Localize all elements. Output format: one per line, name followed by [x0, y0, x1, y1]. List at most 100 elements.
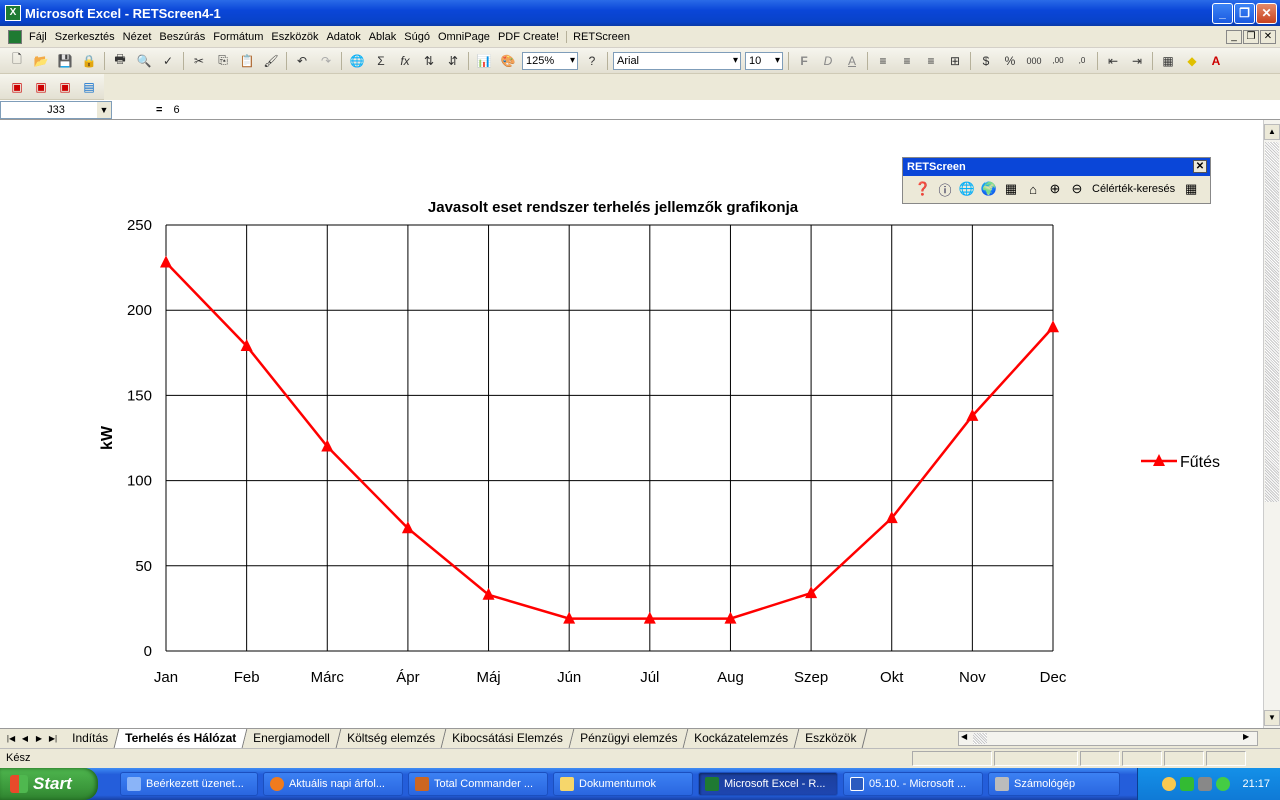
undo-icon[interactable]: ↶: [291, 51, 313, 71]
fill-color-icon[interactable]: ◆: [1181, 51, 1203, 71]
world-icon[interactable]: 🌍: [979, 180, 999, 198]
drawing-icon[interactable]: 🎨: [497, 51, 519, 71]
maximize-button[interactable]: ❐: [1234, 3, 1255, 24]
task-documents[interactable]: Dokumentumok: [553, 772, 693, 796]
menu-insert[interactable]: Beszúrás: [155, 31, 209, 43]
tab-koltseg-elemzes[interactable]: Költség elemzés: [336, 729, 447, 748]
task-outlook[interactable]: Beérkezett üzenet...: [120, 772, 258, 796]
task-calculator[interactable]: Számológép: [988, 772, 1120, 796]
sort-descending-icon[interactable]: ⇵: [442, 51, 464, 71]
tray-icon[interactable]: [1216, 777, 1231, 791]
prev-sheet-icon[interactable]: ◀: [18, 732, 32, 746]
menu-edit[interactable]: Szerkesztés: [51, 31, 119, 43]
tray-icon[interactable]: [1198, 777, 1213, 791]
task-word[interactable]: 05.10. - Microsoft ...: [843, 772, 983, 796]
tab-energiamodell[interactable]: Energiamodell: [242, 729, 342, 748]
next-sheet-icon[interactable]: ▶: [32, 732, 46, 746]
chevron-down-icon[interactable]: ▼: [97, 101, 111, 118]
redo-icon[interactable]: ↷: [315, 51, 337, 71]
function-icon[interactable]: fx: [394, 51, 416, 71]
tab-penzugyi-elemzes[interactable]: Pénzügyi elemzés: [569, 729, 689, 748]
tab-kibocsatasi-elemzes[interactable]: Kibocsátási Elemzés: [441, 729, 575, 748]
pdf-icon[interactable]: ▣: [6, 77, 28, 97]
menu-help[interactable]: Súgó: [400, 31, 434, 43]
first-sheet-icon[interactable]: |◀: [4, 732, 18, 746]
increase-decimal-icon[interactable]: ,00: [1047, 51, 1069, 71]
menu-data[interactable]: Adatok: [322, 31, 364, 43]
align-right-icon[interactable]: ≡: [920, 51, 942, 71]
decrease-decimal-icon[interactable]: ,0: [1071, 51, 1093, 71]
scroll-down-button[interactable]: ▼: [1264, 710, 1280, 726]
align-left-icon[interactable]: ≡: [872, 51, 894, 71]
menu-format[interactable]: Formátum: [209, 31, 267, 43]
menu-pdfcreate[interactable]: PDF Create!: [494, 31, 563, 43]
pdf-mail-icon[interactable]: ▣: [30, 77, 52, 97]
menu-tools[interactable]: Eszközök: [267, 31, 322, 43]
align-center-icon[interactable]: ≡: [896, 51, 918, 71]
scroll-track[interactable]: [1265, 142, 1279, 502]
scroll-left-icon[interactable]: ◀: [961, 732, 967, 741]
doc-close-button[interactable]: ✕: [1260, 30, 1276, 44]
zoom-in-icon[interactable]: ⊕: [1045, 180, 1065, 198]
print-preview-icon[interactable]: 🔍: [133, 51, 155, 71]
menu-window[interactable]: Ablak: [365, 31, 401, 43]
spelling-icon[interactable]: ✓: [157, 51, 179, 71]
bold-icon[interactable]: F: [793, 51, 815, 71]
scroll-right-icon[interactable]: ▶: [1243, 732, 1249, 741]
hyperlink-icon[interactable]: 🌐: [346, 51, 368, 71]
save-icon[interactable]: 💾: [54, 51, 76, 71]
load-chart[interactable]: Javasolt eset rendszer terhelés jellemző…: [0, 120, 1263, 728]
paste-icon[interactable]: 📋: [236, 51, 258, 71]
retscreen-toolbar-header[interactable]: RETScreen ✕: [903, 158, 1210, 176]
home-icon[interactable]: ⌂: [1023, 180, 1043, 198]
tab-eszkozok[interactable]: Eszközök: [794, 729, 868, 748]
tab-kockazatelemzes[interactable]: Kockázatelemzés: [683, 729, 800, 748]
formula-value[interactable]: 6: [173, 104, 179, 116]
menu-omnipage[interactable]: OmniPage: [434, 31, 494, 43]
font-select[interactable]: Arial: [613, 51, 741, 70]
doc-restore-button[interactable]: ❐: [1243, 30, 1259, 44]
task-firefox[interactable]: Aktuális napi árfol...: [263, 772, 403, 796]
thousands-icon[interactable]: 000: [1023, 51, 1045, 71]
globe-icon[interactable]: 🌐: [957, 180, 977, 198]
autosum-icon[interactable]: Σ: [370, 51, 392, 71]
currency-icon[interactable]: $: [975, 51, 997, 71]
tab-inditas[interactable]: Indítás: [61, 729, 120, 748]
task-total-commander[interactable]: Total Commander ...: [408, 772, 548, 796]
pdf-settings-icon[interactable]: ▤: [78, 77, 100, 97]
scroll-thumb[interactable]: [973, 733, 987, 744]
underline-icon[interactable]: A: [841, 51, 863, 71]
permission-icon[interactable]: 🔒: [78, 51, 100, 71]
minimize-button[interactable]: _: [1212, 3, 1233, 24]
pdf-review-icon[interactable]: ▣: [54, 77, 76, 97]
chart-sheet[interactable]: Javasolt eset rendszer terhelés jellemző…: [0, 120, 1263, 728]
format-painter-icon[interactable]: 🖌: [260, 51, 282, 71]
task-excel[interactable]: Microsoft Excel - R...: [698, 772, 838, 796]
help-question-icon[interactable]: ❓: [913, 180, 933, 198]
name-box[interactable]: J33 ▼: [0, 100, 112, 119]
workbook-icon[interactable]: [8, 29, 22, 44]
tray-icon[interactable]: [1162, 777, 1177, 791]
tab-terheles-es-halozat[interactable]: Terhelés és Hálózat: [114, 729, 248, 748]
vertical-scrollbar[interactable]: ▲ ▼: [1263, 120, 1280, 728]
percent-icon[interactable]: %: [999, 51, 1021, 71]
decrease-indent-icon[interactable]: ⇤: [1102, 51, 1124, 71]
chart-wizard-icon[interactable]: 📊: [473, 51, 495, 71]
database-icon[interactable]: ▦: [1001, 180, 1021, 198]
info-icon[interactable]: ⓘ: [935, 180, 955, 198]
goal-seek-button[interactable]: Célérték-keresés: [1092, 183, 1175, 195]
font-size-select[interactable]: 10: [745, 51, 783, 70]
menu-view[interactable]: Nézet: [119, 31, 156, 43]
increase-indent-icon[interactable]: ⇥: [1126, 51, 1148, 71]
help-icon[interactable]: ?: [581, 51, 603, 71]
start-button[interactable]: Start: [0, 768, 98, 800]
font-color-icon[interactable]: A: [1205, 51, 1227, 71]
zoom-out-icon[interactable]: ⊖: [1067, 180, 1087, 198]
copy-icon[interactable]: ⎘: [212, 51, 234, 71]
sort-ascending-icon[interactable]: ⇅: [418, 51, 440, 71]
close-icon[interactable]: ✕: [1193, 160, 1207, 173]
horizontal-scrollbar[interactable]: ◀ ▶: [958, 731, 1258, 746]
italic-icon[interactable]: D: [817, 51, 839, 71]
last-sheet-icon[interactable]: ▶|: [46, 732, 60, 746]
zoom-select[interactable]: 125%: [522, 51, 578, 70]
